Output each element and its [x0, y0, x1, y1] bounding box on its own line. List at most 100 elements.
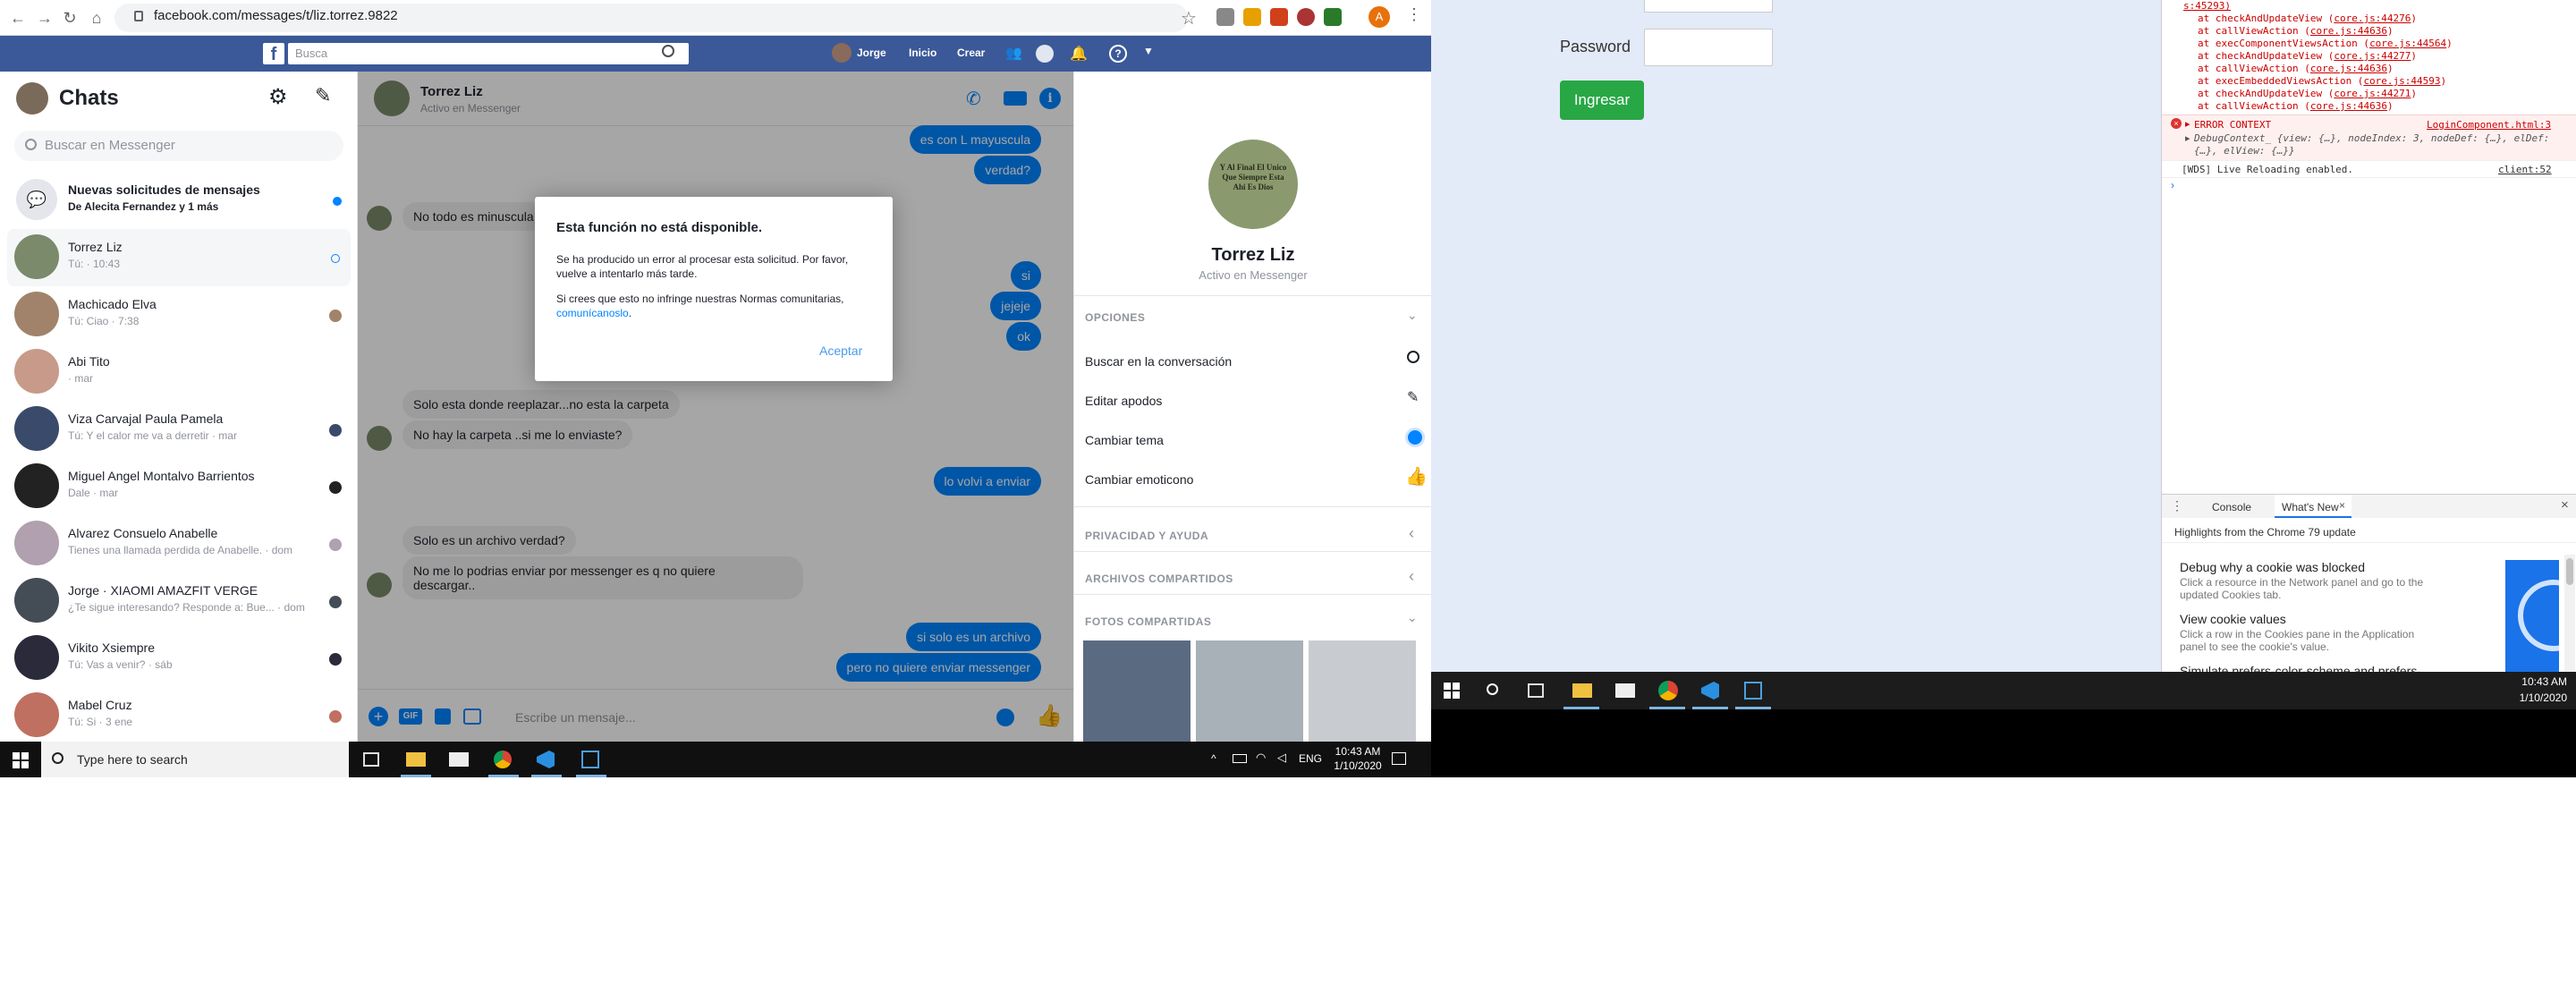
forward-icon[interactable]: → — [34, 7, 55, 29]
extension-icon[interactable] — [1324, 8, 1342, 26]
error-source-link[interactable]: LoginComponent.html:3 — [2427, 119, 2551, 131]
chevron-left-icon[interactable]: ‹ — [1409, 524, 1414, 543]
volume-icon[interactable]: ◁ — [1277, 751, 1286, 765]
gear-icon[interactable]: ⚙ — [268, 84, 288, 110]
messenger-icon[interactable] — [1036, 45, 1054, 63]
scrollbar-thumb[interactable] — [2566, 558, 2573, 585]
compose-icon[interactable]: ✎ — [315, 84, 331, 107]
shared-photo[interactable] — [1196, 640, 1303, 742]
chat-list-item[interactable]: Viza Carvajal Paula Pamela Tú: Y el calor… — [7, 401, 351, 458]
expand-arrow-icon[interactable]: ▸ — [2185, 132, 2190, 144]
chrome-icon[interactable] — [1658, 681, 1678, 700]
option-emoji[interactable]: Cambiar emoticono — [1085, 472, 1193, 487]
expand-arrow-icon[interactable]: ▸ — [2185, 118, 2190, 130]
extension-icon[interactable] — [1243, 8, 1261, 26]
privacy-title[interactable]: PRIVACIDAD Y AYUDA — [1085, 530, 1208, 542]
app-icon[interactable] — [1744, 682, 1762, 700]
stack-source-link[interactable]: core.js:44636 — [2310, 25, 2387, 37]
shared-photo[interactable] — [1083, 640, 1191, 742]
option-search[interactable]: Buscar en la conversación — [1085, 354, 1232, 369]
chevron-up-icon[interactable]: ^ — [1211, 752, 1216, 765]
task-view-icon[interactable] — [363, 752, 379, 767]
options-title[interactable]: OPCIONES — [1085, 311, 1145, 324]
chrome-menu-icon[interactable]: ⋮ — [1406, 5, 1422, 24]
nav-create[interactable]: Crear — [957, 47, 985, 59]
option-nicknames[interactable]: Editar apodos — [1085, 394, 1162, 408]
report-link[interactable]: comunícanoslo — [556, 307, 629, 319]
profile-picture[interactable]: Y Al Final El Unico Que Siempre Esta Ahi… — [1208, 140, 1298, 229]
profile-avatar[interactable]: A — [1368, 6, 1390, 28]
friends-icon[interactable]: 👥 — [1005, 45, 1023, 61]
bookmark-star-icon[interactable]: ☆ — [1181, 7, 1197, 30]
chat-list-item[interactable]: Miguel Angel Montalvo Barrientos Dale · m… — [7, 458, 351, 515]
search-icon[interactable] — [662, 45, 674, 57]
files-title[interactable]: ARCHIVOS COMPARTIDOS — [1085, 573, 1233, 585]
whats-new-video-thumbnail[interactable] — [2505, 560, 2559, 672]
drawer-menu-icon[interactable]: ⋮ — [2171, 498, 2183, 513]
account-menu-icon[interactable]: ▼ — [1143, 45, 1154, 57]
theme-color-icon[interactable] — [1405, 428, 1425, 447]
chat-list-item[interactable]: Abi Tito · mar — [7, 344, 351, 401]
file-explorer-icon[interactable] — [1572, 683, 1592, 698]
stack-source-link[interactable]: core.js:44277 — [2334, 50, 2411, 62]
vscode-icon[interactable] — [537, 751, 555, 768]
chat-list-item[interactable]: Vikito Xsiempre Tú: Vas a venir? · sáb — [7, 630, 351, 687]
reload-icon[interactable]: ↻ — [59, 7, 80, 29]
extension-icon[interactable] — [1216, 8, 1234, 26]
language-indicator[interactable]: ENG — [1299, 752, 1322, 765]
extension-icon[interactable] — [1270, 8, 1288, 26]
battery-icon[interactable] — [1233, 754, 1247, 763]
stack-source-link[interactable]: s:45293) — [2183, 0, 2231, 12]
thumbs-up-icon[interactable]: 👍 — [1405, 465, 1428, 488]
wifi-icon[interactable]: ◠ — [1256, 751, 1266, 765]
whats-new-item-title[interactable]: View cookie values — [2180, 612, 2286, 626]
chat-list-item[interactable]: Torrez Liz Tú: · 10:43 — [7, 229, 351, 286]
task-view-icon[interactable] — [1528, 683, 1544, 698]
login-button[interactable]: Ingresar — [1560, 81, 1644, 120]
vscode-icon[interactable] — [1701, 682, 1719, 700]
wds-source-link[interactable]: client:52 — [2498, 164, 2552, 175]
back-icon[interactable]: ← — [7, 7, 29, 29]
close-drawer-icon[interactable]: × — [2561, 497, 2569, 513]
whats-new-item-title[interactable]: Debug why a cookie was blocked — [2180, 560, 2365, 574]
shared-photo[interactable] — [1309, 640, 1416, 742]
file-explorer-icon[interactable] — [406, 752, 426, 767]
chat-list-item[interactable]: Jorge · XIAOMI AMAZFIT VERGE ¿Te sigue in… — [7, 573, 351, 630]
console-prompt-icon[interactable]: › — [2171, 179, 2174, 191]
stack-source-link[interactable]: core.js:44276 — [2334, 13, 2411, 24]
stack-source-link[interactable]: core.js:44271 — [2334, 88, 2411, 99]
stack-source-link[interactable]: core.js:44564 — [2369, 38, 2446, 49]
chat-list-item[interactable]: Alvarez Consuelo Anabelle Tienes una llam… — [7, 515, 351, 573]
message-requests-item[interactable]: 💬 Nuevas solicitudes de mensajes De Alec… — [7, 172, 351, 227]
password-input[interactable] — [1644, 29, 1773, 66]
taskbar-search-text[interactable]: Type here to search — [77, 752, 188, 767]
stack-source-link[interactable]: core.js:44593 — [2363, 75, 2440, 87]
nav-home[interactable]: Inicio — [909, 47, 936, 59]
chat-list-item[interactable]: Machicado Elva Tú: Ciao · 7:38 — [7, 286, 351, 344]
chevron-down-icon[interactable]: ⌄ — [1407, 610, 1418, 625]
url-text[interactable]: facebook.com/messages/t/liz.torrez.9822 — [154, 8, 398, 23]
stack-source-link[interactable]: core.js:44636 — [2310, 100, 2387, 112]
my-avatar[interactable] — [16, 82, 48, 115]
nav-user[interactable]: Jorge — [857, 47, 886, 59]
username-input[interactable] — [1644, 0, 1773, 13]
clock-time[interactable]: 10:43 AM — [1331, 745, 1385, 758]
chat-list-item[interactable]: Mabel Cruz Tú: Si · 3 ene — [7, 687, 351, 744]
accept-button[interactable]: Aceptar — [819, 344, 862, 358]
close-tab-icon[interactable]: × — [2339, 499, 2345, 512]
facebook-search-input[interactable]: Busca — [288, 43, 689, 64]
chevron-down-icon[interactable]: ⌄ — [1407, 308, 1418, 323]
mail-icon[interactable] — [1615, 683, 1635, 698]
facebook-logo[interactable]: f — [263, 43, 284, 64]
clock-date[interactable]: 1/10/2020 — [1331, 759, 1385, 772]
home-icon[interactable]: ⌂ — [86, 7, 107, 29]
search-icon[interactable] — [1487, 683, 1498, 695]
pencil-icon[interactable]: ✎ — [1407, 388, 1419, 406]
notifications-icon[interactable]: 🔔 — [1070, 45, 1088, 63]
windows-start-icon[interactable] — [13, 752, 29, 768]
clock-date[interactable]: 1/10/2020 — [2513, 691, 2567, 704]
tab-console[interactable]: Console — [2212, 501, 2251, 513]
stack-source-link[interactable]: core.js:44636 — [2310, 63, 2387, 74]
chrome-icon[interactable] — [494, 751, 512, 768]
chevron-left-icon[interactable]: ‹ — [1409, 567, 1414, 586]
